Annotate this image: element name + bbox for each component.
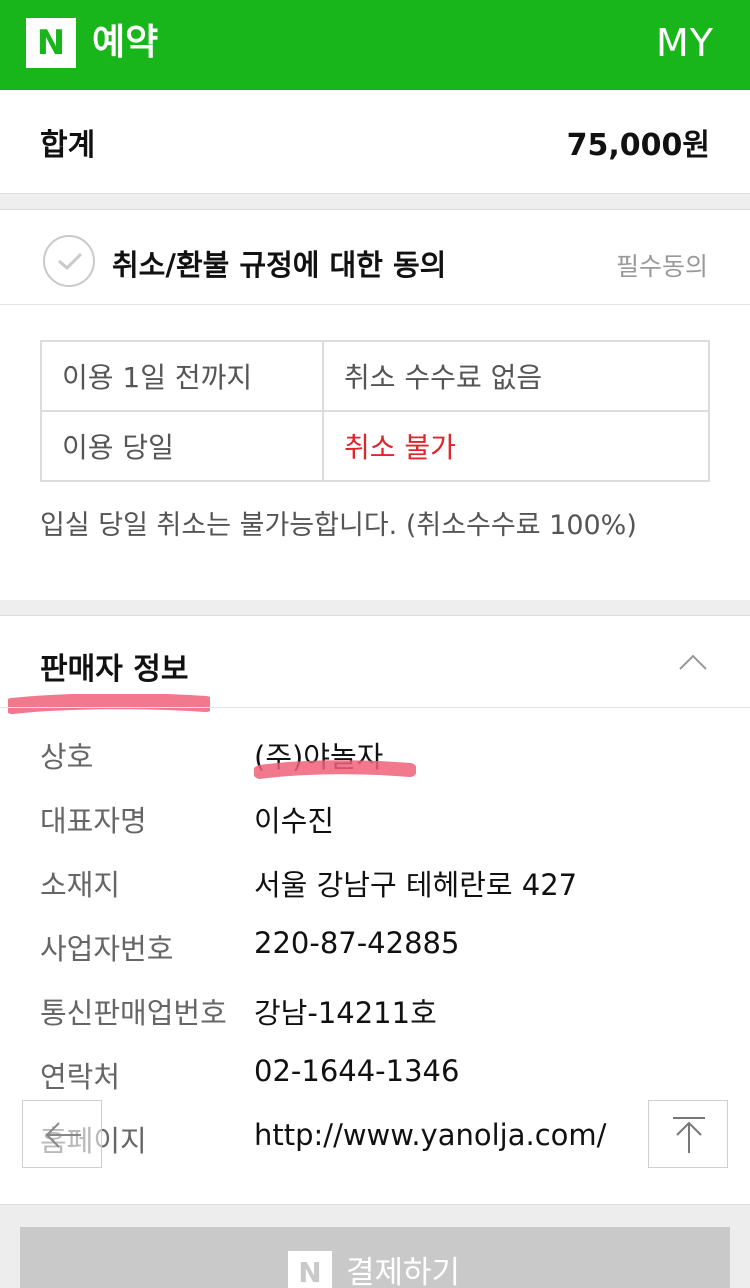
naver-logo-letter: N <box>36 23 66 63</box>
seller-label: 사업자번호 <box>40 932 174 966</box>
seller-label: 상호 <box>40 740 94 774</box>
arrow-up-to-top-icon <box>673 1117 705 1153</box>
seller-info-section: 판매자 정보 상호 (주)야놀자 대표자명 이수진 소재지 서울 강남구 테헤란… <box>0 616 750 1204</box>
naver-pay-logo-letter: N <box>298 1256 322 1288</box>
seller-value: 강남-14211호 <box>254 996 437 1030</box>
payment-bar: N 결제하기 <box>0 1204 750 1288</box>
highlight-mark <box>254 760 416 779</box>
section-gap <box>0 194 750 210</box>
policy-note: 입실 당일 취소는 불가능합니다. (취소수수료 100%) <box>40 510 637 541</box>
seller-row-ceo: 대표자명 이수진 <box>40 798 334 838</box>
seller-value: 220-87-42885 <box>254 926 460 960</box>
seller-row-ecommerce-no: 통신판매업번호 강남-14211호 <box>40 990 437 1030</box>
table-row: 이용 1일 전까지 취소 수수료 없음 <box>40 340 710 412</box>
arrow-left-icon <box>45 1122 81 1148</box>
policy-fee: 취소 수수료 없음 <box>322 340 710 412</box>
pay-button[interactable]: N 결제하기 <box>20 1227 730 1288</box>
naver-pay-logo: N <box>288 1251 332 1288</box>
app-header: N 예약 MY <box>0 0 750 90</box>
seller-row-company: 상호 (주)야놀자 <box>40 734 383 774</box>
seller-value: 이수진 <box>254 804 335 838</box>
naver-logo[interactable]: N <box>26 18 76 68</box>
divider <box>0 304 750 305</box>
back-button[interactable] <box>22 1100 102 1168</box>
seller-label: 소재지 <box>40 868 121 902</box>
agree-title[interactable]: 취소/환불 규정에 대한 동의 <box>112 242 446 284</box>
cancel-policy-section: 취소/환불 규정에 대한 동의 필수동의 이용 1일 전까지 취소 수수료 없음… <box>0 210 750 600</box>
total-section: 합계 75,000원 <box>0 90 750 194</box>
seller-row-address: 소재지 서울 강남구 테헤란로 427 <box>40 862 577 902</box>
policy-fee: 취소 불가 <box>322 410 710 482</box>
chevron-up-icon[interactable] <box>678 652 708 672</box>
page-title: 예약 <box>92 22 159 63</box>
pay-button-label: 결제하기 <box>346 1255 461 1288</box>
policy-when: 이용 1일 전까지 <box>40 340 324 412</box>
seller-row-contact: 연락처 02-1644-1346 <box>40 1054 459 1094</box>
seller-value[interactable]: 02-1644-1346 <box>254 1054 459 1088</box>
seller-label: 통신판매업번호 <box>40 996 227 1030</box>
my-button[interactable]: MY <box>656 18 714 68</box>
seller-title[interactable]: 판매자 정보 <box>40 644 188 688</box>
section-gap <box>0 600 750 616</box>
seller-value[interactable]: http://www.yanolja.com/ <box>254 1118 606 1152</box>
policy-table: 이용 1일 전까지 취소 수수료 없음 이용 당일 취소 불가 <box>40 340 710 482</box>
seller-row-bizno: 사업자번호 220-87-42885 <box>40 926 459 966</box>
highlight-mark <box>8 694 210 714</box>
seller-label: 대표자명 <box>40 804 147 838</box>
seller-value: 서울 강남구 테헤란로 427 <box>254 868 578 902</box>
total-amount: 75,000원 <box>566 128 710 163</box>
agree-checkbox[interactable] <box>43 235 95 287</box>
divider <box>0 707 750 708</box>
table-row: 이용 당일 취소 불가 <box>40 410 710 482</box>
policy-when: 이용 당일 <box>40 410 324 482</box>
total-label: 합계 <box>40 128 96 163</box>
check-icon <box>58 252 83 271</box>
required-badge: 필수동의 <box>615 252 708 281</box>
seller-label: 연락처 <box>40 1060 121 1094</box>
scroll-top-button[interactable] <box>648 1100 728 1168</box>
